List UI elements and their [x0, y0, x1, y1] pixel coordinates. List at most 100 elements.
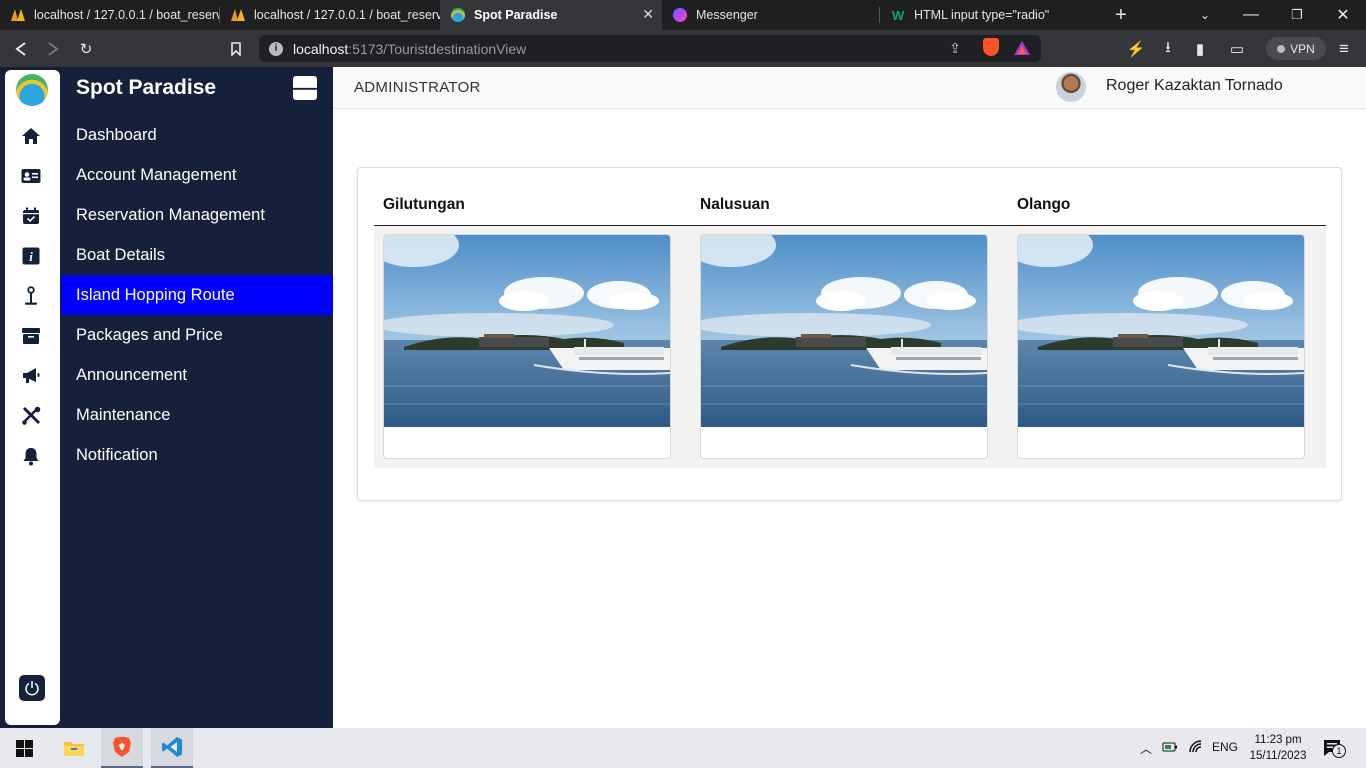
browser-tab-active[interactable]: Spot Paradise ✕ [440, 0, 662, 30]
browser-tab-title: Messenger [696, 8, 758, 22]
destination-card[interactable] [1017, 234, 1305, 459]
sidebar-item-account-management[interactable]: Account Management [61, 155, 333, 195]
downloads-icon[interactable]: ⭳ [1157, 38, 1179, 60]
boat-seascape-photo [701, 235, 987, 427]
wifi-icon[interactable] [1188, 739, 1204, 758]
boat-seascape-photo [1018, 235, 1304, 427]
browser-tab-title: HTML input type="radio" [914, 8, 1050, 22]
vpn-label: VPN [1290, 41, 1315, 56]
windows-start-icon[interactable] [3, 728, 45, 768]
top-header: ADMINISTRATOR Roger Kazaktan Tornado [333, 67, 1366, 109]
new-tab-icon[interactable]: + [1098, 0, 1144, 30]
battery-icon[interactable] [1162, 739, 1178, 758]
sidebar-menu: Dashboard Account Management Reservation… [61, 115, 333, 475]
bell-icon[interactable] [19, 445, 43, 467]
sidebar-item-dashboard[interactable]: Dashboard [61, 115, 333, 155]
notification-center-icon[interactable]: 1 [1322, 738, 1346, 761]
sidebar-item-island-hopping-route[interactable]: Island Hopping Route [61, 275, 333, 315]
menu-hamburger-icon[interactable]: ≡ [1333, 38, 1355, 60]
sidebar-item-label: Packages and Price [76, 325, 223, 344]
browser-tab-title: Spot Paradise [474, 8, 558, 22]
clock-date: 15/11/2023 [1249, 750, 1307, 762]
close-tab-icon[interactable]: ✕ [642, 6, 654, 23]
vpn-button[interactable]: VPN [1266, 37, 1326, 60]
sidebar-item-boat-details[interactable]: Boat Details [61, 235, 333, 275]
share-icon[interactable]: ⇪ [949, 40, 961, 57]
close-window-icon[interactable]: ✕ [1320, 0, 1366, 30]
sidebar-toggle-icon[interactable]: ▮ [1189, 38, 1211, 60]
arrow-left-icon: 🡐 [283, 80, 327, 98]
browser-tab[interactable]: W HTML input type="radio" [880, 0, 1098, 30]
sidebar-item-maintenance[interactable]: Maintenance [61, 395, 333, 435]
destinations-row [374, 226, 1326, 468]
sidebar-item-label: Announcement [76, 365, 187, 384]
avatar[interactable] [1056, 72, 1086, 102]
destination-card[interactable] [700, 234, 988, 459]
user-role: ADMINISTRATOR [354, 79, 481, 96]
back-icon[interactable] [10, 38, 32, 60]
browser-tab[interactable]: localhost / 127.0.0.1 / boat_reserva [0, 0, 220, 30]
id-card-icon[interactable] [19, 165, 43, 187]
wallet-icon[interactable]: ▭ [1226, 38, 1248, 60]
address-bar[interactable]: i localhost :5173/TouristdestinationView… [259, 35, 1041, 62]
power-logout-icon[interactable] [19, 675, 45, 701]
file-explorer-icon[interactable] [53, 728, 95, 768]
icon-rail: i [5, 70, 60, 725]
vscode-icon[interactable] [151, 728, 193, 768]
sidebar-item-notification[interactable]: Notification [61, 435, 333, 475]
destination-name: Gilutungan [383, 196, 465, 213]
sidebar-item-label: Island Hopping Route [76, 285, 235, 304]
reload-icon[interactable]: ↻ [75, 38, 97, 60]
bookmark-icon[interactable] [225, 38, 247, 60]
windows-taskbar: ︿ ENG 11:23 pm 15/11/2023 1 [0, 728, 1366, 768]
sidebar-item-packages-and-price[interactable]: Packages and Price [61, 315, 333, 355]
sidebar: Spot Paradise 🡐 Dashboard Account Manage… [61, 67, 333, 728]
info-icon[interactable]: i [19, 245, 43, 267]
phpmyadmin-icon [230, 7, 246, 23]
browser-tab[interactable]: Messenger [662, 0, 880, 30]
minimize-icon[interactable]: — [1228, 0, 1274, 30]
w3schools-icon: W [891, 7, 905, 23]
sidebar-item-label: Maintenance [76, 405, 171, 424]
brave-rewards-icon[interactable] [1013, 40, 1031, 59]
sidebar-item-label: Account Management [76, 165, 237, 184]
sidebar-item-label: Reservation Management [76, 205, 265, 224]
leo-ai-icon[interactable]: ⚡ [1125, 38, 1147, 60]
svg-text:i: i [29, 249, 33, 264]
browser-tab[interactable]: localhost / 127.0.0.1 / boat_reserva [220, 0, 440, 30]
url-host: localhost [293, 40, 349, 57]
vpn-status-icon [1277, 44, 1286, 53]
sidebar-item-reservation-management[interactable]: Reservation Management [61, 195, 333, 235]
tray-chevron-up-icon[interactable]: ︿ [1140, 740, 1152, 757]
logo-icon [16, 74, 48, 106]
sidebar-item-label: Boat Details [76, 245, 165, 264]
anchor-icon[interactable] [19, 285, 43, 307]
url-path: :5173/TouristdestinationView [348, 40, 527, 57]
brave-shields-icon[interactable] [983, 38, 999, 56]
collapse-sidebar-button[interactable]: 🡐 [284, 76, 326, 100]
browser-tab-title: localhost / 127.0.0.1 / boat_reserva [254, 8, 440, 22]
box-icon[interactable] [19, 325, 43, 347]
restore-window-icon[interactable]: ❐ [1274, 0, 1320, 30]
tab-search-chevron-icon[interactable]: ⌄ [1182, 0, 1228, 30]
destinations-card: Gilutungan Nalusuan Olango [357, 167, 1342, 501]
tools-icon[interactable] [19, 405, 43, 427]
calendar-check-icon[interactable] [19, 205, 43, 227]
taskbar-clock[interactable]: 11:23 pm 15/11/2023 [1245, 732, 1311, 764]
megaphone-icon[interactable] [19, 365, 43, 387]
destination-name: Olango [1017, 196, 1071, 213]
username[interactable]: Roger Kazaktan Tornado [1106, 77, 1283, 95]
browser-tab-title: localhost / 127.0.0.1 / boat_reserva [34, 8, 220, 22]
destinations-header-row: Gilutungan Nalusuan Olango [374, 196, 1326, 226]
browser-toolbar: ↻ i localhost :5173/TouristdestinationVi… [0, 30, 1366, 67]
destination-card[interactable] [383, 234, 671, 459]
language-indicator[interactable]: ENG [1212, 740, 1238, 754]
home-icon[interactable] [19, 125, 43, 147]
brave-icon[interactable] [101, 728, 143, 768]
sidebar-item-announcement[interactable]: Announcement [61, 355, 333, 395]
destination-name: Nalusuan [700, 196, 770, 213]
phpmyadmin-icon [10, 7, 26, 23]
forward-icon[interactable] [42, 38, 64, 60]
site-info-icon[interactable]: i [269, 41, 283, 56]
sidebar-item-label: Notification [76, 445, 158, 464]
